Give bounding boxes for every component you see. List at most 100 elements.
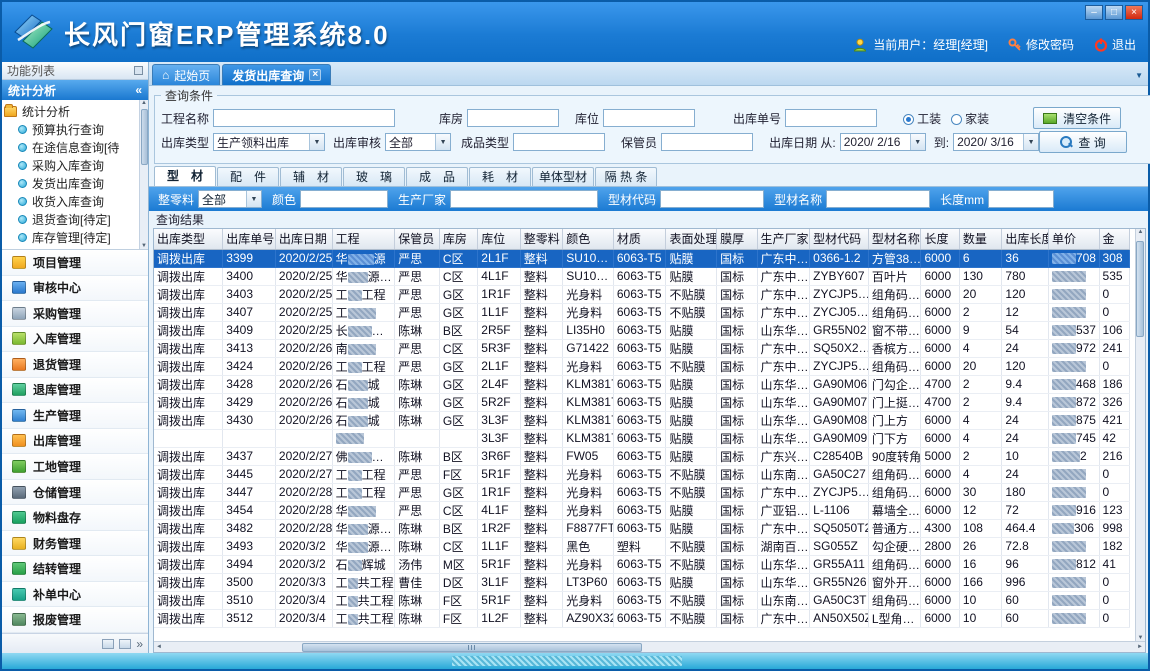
tab-list-dropdown-icon[interactable]: ▼ <box>1135 71 1143 80</box>
sidebar-menu-item[interactable]: 项目管理 <box>2 250 148 276</box>
scroll-down-icon[interactable]: ▼ <box>141 243 147 249</box>
sidebar-menu-item[interactable]: 退货管理 <box>2 352 148 378</box>
material-tab[interactable]: 成 品 <box>406 167 468 186</box>
tree-item[interactable]: 收货入库查询 <box>4 192 138 210</box>
pin-icon[interactable] <box>134 66 143 75</box>
column-header[interactable]: 出库长度 <box>1002 229 1049 249</box>
table-row[interactable]: 调拨出库34282020/2/26石城陈琳G区2L4F整料KLM38176063… <box>154 375 1130 393</box>
table-row[interactable]: 调拨出库34822020/2/28华源…陈琳B区1R2F整料F8877FT606… <box>154 519 1130 537</box>
length-input[interactable] <box>988 190 1054 208</box>
column-header[interactable]: 生产厂家 <box>757 229 810 249</box>
tree-item[interactable]: 库存管理[待定] <box>4 228 138 246</box>
sidebar-menu-item[interactable]: 仓储管理 <box>2 480 148 506</box>
table-row[interactable]: 3L3F整料KLM38176063-T5贴膜国标山东华…GA90M09…门下方6… <box>154 429 1130 447</box>
color-input[interactable] <box>300 190 388 208</box>
table-row[interactable]: 调拨出库34292020/2/26石城陈琳G区5R2F整料KLM38176063… <box>154 393 1130 411</box>
keeper-input[interactable] <box>661 133 753 151</box>
date-to-picker[interactable]: 2020/ 3/16▼ <box>953 133 1039 151</box>
table-row[interactable]: 调拨出库34032020/2/25工工程严思G区1R1F整料光身料6063-T5… <box>154 285 1130 303</box>
profile-name-input[interactable] <box>826 190 930 208</box>
sidebar-menu-item[interactable]: 结转管理 <box>2 556 148 582</box>
column-header[interactable]: 保管员 <box>395 229 440 249</box>
sidebar-menu-item[interactable]: 报废管理 <box>2 607 148 633</box>
table-row[interactable]: 调拨出库34372020/2/27佛…陈琳B区3R6F整料FW056063-T5… <box>154 447 1130 465</box>
horizontal-scrollbar[interactable]: ◄ ► <box>154 641 1145 652</box>
tab-close-icon[interactable]: × <box>309 69 321 81</box>
sidebar-menu-item[interactable]: 财务管理 <box>2 531 148 557</box>
scroll-down-icon[interactable]: ▼ <box>1138 635 1144 641</box>
tree-item[interactable]: 在途信息查询[待 <box>4 138 138 156</box>
material-tab[interactable]: 玻 璃 <box>343 167 405 186</box>
table-row[interactable]: 调拨出库34942020/3/2石辉城汤伟M区5R1F整料光身料6063-T5不… <box>154 555 1130 573</box>
scroll-right-icon[interactable]: ► <box>1137 644 1143 650</box>
sidebar-menu-item[interactable]: 补单中心 <box>2 582 148 608</box>
tree-item[interactable]: 发货出库查询 <box>4 174 138 192</box>
maximize-button[interactable]: □ <box>1105 5 1123 20</box>
close-button[interactable]: × <box>1125 5 1143 20</box>
clear-conditions-button[interactable]: 清空条件 <box>1033 107 1121 129</box>
column-header[interactable]: 材质 <box>613 229 666 249</box>
column-header[interactable]: 膜厚 <box>717 229 757 249</box>
more-icon[interactable]: » <box>136 637 143 651</box>
sidebar-menu-item[interactable]: 采购管理 <box>2 301 148 327</box>
logout-link[interactable]: 退出 <box>1094 36 1136 53</box>
column-header[interactable]: 出库单号 <box>223 229 276 249</box>
column-header[interactable]: 库房 <box>439 229 477 249</box>
column-header[interactable]: 出库日期 <box>275 229 332 249</box>
date-from-picker[interactable]: 2020/ 2/16▼ <box>840 133 926 151</box>
table-row[interactable]: 调拨出库35102020/3/4工共工程陈琳F区5R1F整料光身料6063-T5… <box>154 591 1130 609</box>
tab-shipping-outbound-query[interactable]: 发货出库查询 × <box>222 64 331 85</box>
column-header[interactable]: 库位 <box>478 229 521 249</box>
column-header[interactable]: 颜色 <box>563 229 614 249</box>
table-row[interactable]: 调拨出库34072020/2/25工严思G区1L1F整料光身料6063-T5不贴… <box>154 303 1130 321</box>
sidebar-menu-item[interactable]: 审核中心 <box>2 276 148 302</box>
table-row[interactable]: 调拨出库34452020/2/27工工程严思F区5R1F整料光身料6063-T5… <box>154 465 1130 483</box>
scroll-thumb[interactable] <box>302 643 642 652</box>
sidebar-menu-item[interactable]: 退库管理 <box>2 378 148 404</box>
table-row[interactable]: 调拨出库35122020/3/4工共工程陈琳F区1L2F整料AZ90X32606… <box>154 609 1130 627</box>
sidebar-menu-item[interactable]: 物料盘存 <box>2 505 148 531</box>
column-header[interactable]: 整零料 <box>520 229 563 249</box>
collapse-icon[interactable]: « <box>135 83 142 97</box>
column-header[interactable]: 型材名称 <box>868 229 921 249</box>
sidebar-section-header[interactable]: 统计分析 « <box>2 80 148 100</box>
tree-scrollbar[interactable]: ▲ ▼ <box>139 100 148 249</box>
scroll-thumb[interactable] <box>1136 241 1144 337</box>
radio-jiazhuang[interactable]: 家装 <box>951 110 989 127</box>
table-row[interactable]: 调拨出库34472020/2/28工工程严思G区1R1F整料光身料6063-T5… <box>154 483 1130 501</box>
tree-root-item[interactable]: 统计分析 <box>4 102 138 120</box>
column-header[interactable]: 单价 <box>1048 229 1099 249</box>
search-button[interactable]: 查 询 <box>1039 131 1127 153</box>
column-header[interactable]: 表面处理 <box>666 229 717 249</box>
manufacturer-input[interactable] <box>450 190 598 208</box>
column-header[interactable]: 型材代码 <box>810 229 869 249</box>
tree-item[interactable]: 预算执行查询 <box>4 120 138 138</box>
column-header[interactable]: 长度 <box>921 229 959 249</box>
scroll-up-icon[interactable]: ▲ <box>1138 229 1144 235</box>
sidebar-menu-item[interactable]: 生产管理 <box>2 403 148 429</box>
whole-scrap-select[interactable]: 全部▼ <box>198 190 262 208</box>
table-row[interactable]: 调拨出库33992020/2/25华源严思C区2L1F整料SU10…6063-T… <box>154 249 1130 267</box>
material-tab[interactable]: 型 材 <box>154 166 216 186</box>
computer-icon[interactable] <box>102 639 114 649</box>
scroll-left-icon[interactable]: ◄ <box>156 644 162 650</box>
vertical-scrollbar[interactable]: ▲ ▼ <box>1135 229 1145 641</box>
table-row[interactable]: 调拨出库34542020/2/28华严思C区4L1F整料光身料6063-T5贴膜… <box>154 501 1130 519</box>
material-tab[interactable]: 隔 热 条 <box>595 167 657 186</box>
table-row[interactable]: 调拨出库35002020/3/3工共工程曹佳D区3L1F整料LT3P606063… <box>154 573 1130 591</box>
minimize-button[interactable]: – <box>1085 5 1103 20</box>
outbound-audit-select[interactable]: 全部▼ <box>385 133 451 151</box>
material-tab[interactable]: 耗 材 <box>469 167 531 186</box>
material-tab[interactable]: 配 件 <box>217 167 279 186</box>
scroll-thumb[interactable] <box>141 109 148 165</box>
column-header[interactable]: 工程 <box>332 229 395 249</box>
table-row[interactable]: 调拨出库34132020/2/26南严思C区5R3F整料G714226063-T… <box>154 339 1130 357</box>
order-no-input[interactable] <box>785 109 877 127</box>
project-name-input[interactable] <box>213 109 395 127</box>
radio-gongzhuang[interactable]: 工装 <box>903 110 941 127</box>
sidebar-menu-item[interactable]: 出库管理 <box>2 429 148 455</box>
table-row[interactable]: 调拨出库34302020/2/26石城陈琳G区3L3F整料KLM38176063… <box>154 411 1130 429</box>
table-row[interactable]: 调拨出库34092020/2/25长…陈琳B区2R5F整料LI35H06063-… <box>154 321 1130 339</box>
tab-home[interactable]: ⌂ 起始页 <box>152 64 220 85</box>
panel-icon[interactable] <box>119 639 131 649</box>
